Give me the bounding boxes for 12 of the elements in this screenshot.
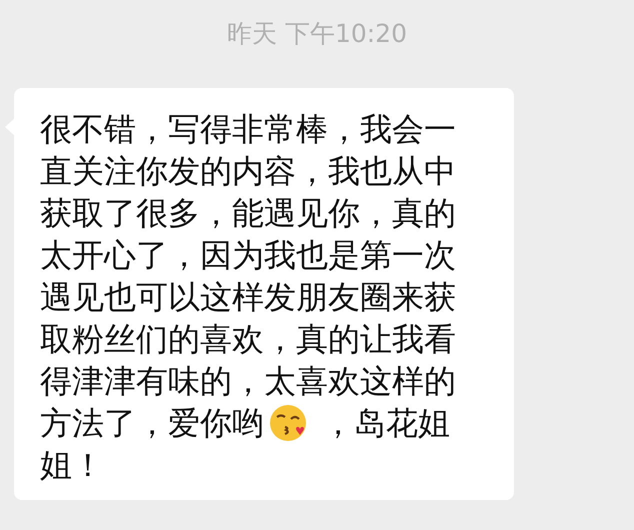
message-text: 太开心了，因为我也是第一次: [40, 235, 456, 276]
message-text: 直关注你发的内容，我也从中: [40, 151, 456, 192]
message-text: 方法了，爱你哟: [40, 403, 264, 444]
message-text: 姐！: [40, 445, 104, 486]
kiss-face-icon: [268, 403, 308, 443]
message-text: 得津津有味的，太喜欢这样的: [40, 361, 456, 402]
message-text: ，岛花姐: [321, 403, 450, 444]
message-text: 取粉丝们的喜欢，真的让我看: [40, 319, 456, 360]
message-text: 获取了很多，能遇见你，真的: [40, 193, 456, 234]
timestamp: 昨天 下午10:20: [227, 18, 407, 50]
message-text: 很不错，写得非常棒，我会一: [40, 109, 456, 150]
message-text: 遇见也可以这样发朋友圈来获: [40, 277, 456, 318]
